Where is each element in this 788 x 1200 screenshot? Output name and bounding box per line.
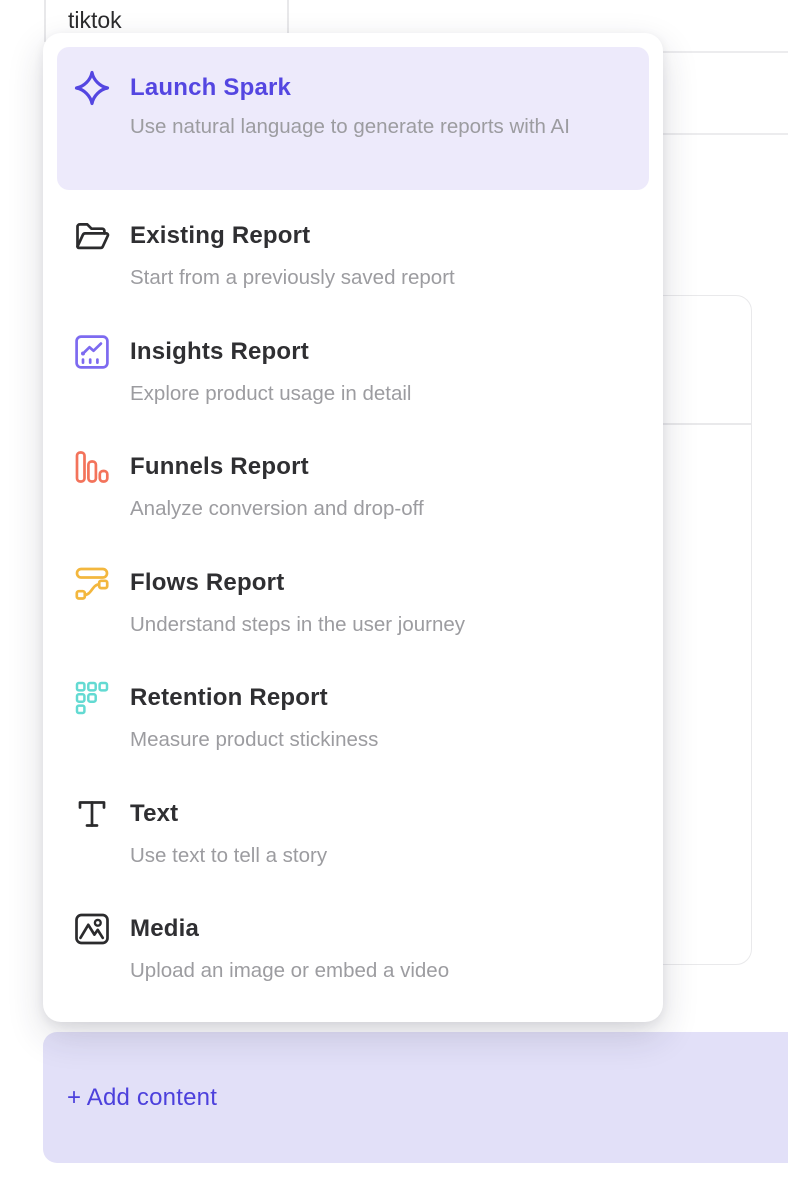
flows-icon <box>72 563 112 603</box>
folder-icon <box>72 216 112 256</box>
menu-item-description: Use natural language to generate reports… <box>130 110 570 143</box>
menu-item-launch-spark[interactable]: Launch Spark Use natural language to gen… <box>57 47 649 190</box>
menu-item-media[interactable]: Media Upload an image or embed a video <box>43 891 663 1007</box>
menu-item-text[interactable]: Text Use text to tell a story <box>43 776 663 892</box>
menu-item-existing-report[interactable]: Existing Report Start from a previously … <box>43 198 663 314</box>
menu-item-title: Launch Spark <box>130 72 570 104</box>
menu-item-description: Measure product stickiness <box>130 725 378 755</box>
menu-item-retention-report[interactable]: Retention Report Measure product stickin… <box>43 660 663 776</box>
menu-item-title: Retention Report <box>130 682 378 714</box>
menu-item-description: Start from a previously saved report <box>130 263 455 293</box>
menu-item-description: Use text to tell a story <box>130 841 327 871</box>
text-icon <box>72 794 112 834</box>
menu-item-description: Understand steps in the user journey <box>130 610 465 640</box>
menu-item-title: Insights Report <box>130 336 412 368</box>
insights-chart-icon <box>72 332 112 372</box>
add-content-label: + Add content <box>67 1084 217 1112</box>
background-row-line-2 <box>650 133 788 135</box>
menu-item-title: Flows Report <box>130 567 465 599</box>
menu-item-title: Text <box>130 798 327 830</box>
menu-item-insights-report[interactable]: Insights Report Explore product usage in… <box>43 314 663 430</box>
media-icon <box>72 909 112 949</box>
background-divider-left <box>44 0 46 42</box>
funnel-bars-icon <box>72 447 112 487</box>
menu-item-title: Media <box>130 913 449 945</box>
menu-item-funnels-report[interactable]: Funnels Report Analyze conversion and dr… <box>43 429 663 545</box>
menu-item-title: Funnels Report <box>130 451 424 483</box>
menu-item-description: Explore product usage in detail <box>130 379 412 409</box>
menu-item-title: Existing Report <box>130 220 455 252</box>
background-text-tiktok: tiktok <box>68 6 122 34</box>
spark-icon <box>72 68 112 108</box>
menu-item-description: Analyze conversion and drop-off <box>130 494 424 524</box>
retention-grid-icon <box>72 678 112 718</box>
menu-item-description: Upload an image or embed a video <box>130 956 449 986</box>
add-content-button[interactable]: + Add content <box>43 1032 788 1163</box>
menu-item-flows-report[interactable]: Flows Report Understand steps in the use… <box>43 545 663 661</box>
background-row-line-1 <box>650 51 788 53</box>
add-content-menu: Launch Spark Use natural language to gen… <box>43 33 663 1022</box>
